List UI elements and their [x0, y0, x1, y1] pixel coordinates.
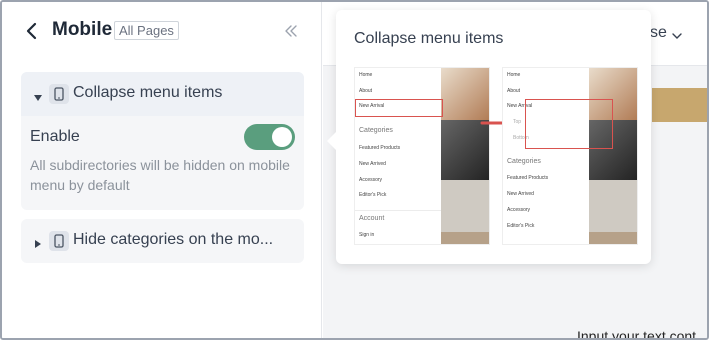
settings-sidebar: Mobile All Pages Collapse menu items Ena…	[2, 2, 322, 338]
menu-section: Account	[359, 215, 385, 222]
section-title: Collapse menu items	[73, 84, 223, 101]
menu-section: Categories	[507, 158, 541, 165]
collapse-menu-items-header[interactable]: Collapse menu items	[21, 72, 304, 116]
enable-description: All subdirectories will be hidden on mob…	[30, 157, 290, 193]
photo	[589, 180, 637, 232]
menu-item: Editor's Pick	[507, 223, 535, 229]
caret-right-icon	[33, 236, 43, 248]
mobile-phone-icon	[49, 231, 69, 251]
mobile-menu: Home About New Arrival Top Bottom Catego…	[503, 68, 589, 244]
menu-item: New Arrived	[507, 191, 534, 197]
background-photos	[589, 68, 637, 244]
phone-before: Home About New Arrival Categories Featur…	[354, 67, 490, 245]
menu-section: Categories	[359, 127, 393, 134]
banner-image	[652, 88, 707, 122]
text-placeholder[interactable]: Input your text cont	[577, 328, 696, 338]
divider	[355, 210, 441, 211]
menu-item: Sign in	[359, 232, 375, 238]
section-title: Hide categories on the mo...	[73, 231, 274, 248]
menu-item: Accessory	[507, 207, 531, 213]
sidebar-header: Mobile All Pages	[2, 2, 322, 60]
background-photos	[441, 68, 489, 244]
page-title: Mobile	[52, 19, 113, 40]
back-chevron-icon[interactable]	[24, 21, 40, 41]
collapse-menu-items-section: Collapse menu items Enable All subdirect…	[21, 72, 304, 210]
menu-item: About	[359, 88, 373, 94]
popover-title: Collapse menu items	[354, 30, 504, 47]
menu-item: New Arrived	[359, 161, 386, 167]
menu-item: Home	[507, 72, 521, 78]
menu-item: Featured Products	[507, 175, 549, 181]
scope-badge: All Pages	[114, 21, 179, 40]
popover-arrow	[327, 132, 336, 150]
menu-item: Accessory	[359, 177, 383, 183]
highlight-box	[355, 99, 443, 117]
toggle-knob	[272, 127, 292, 147]
highlight-box	[525, 99, 613, 149]
mobile-menu: Home About New Arrival Categories Featur…	[355, 68, 441, 244]
dropdown-text[interactable]: se	[650, 24, 667, 42]
chevron-down-icon[interactable]	[671, 28, 683, 39]
hide-categories-section[interactable]: Hide categories on the mo...	[21, 219, 304, 263]
double-chevron-left-icon[interactable]	[284, 22, 298, 40]
menu-item: Editor's Pick	[359, 192, 387, 198]
enable-toggle[interactable]	[244, 124, 295, 150]
example-illustration: Home About New Arrival Categories Featur…	[354, 67, 638, 245]
photo	[441, 232, 489, 244]
menu-item: About	[507, 88, 521, 94]
enable-label: Enable	[30, 128, 80, 145]
menu-item: Featured Products	[359, 145, 401, 151]
phone-after: Home About New Arrival Top Bottom Catego…	[502, 67, 638, 245]
photo	[589, 232, 637, 244]
mobile-phone-icon	[49, 84, 69, 104]
window-frame: Mobile All Pages Collapse menu items Ena…	[0, 0, 709, 340]
photo	[441, 180, 489, 232]
help-popover: Collapse menu items Home About New Arriv…	[327, 10, 651, 264]
caret-down-icon	[33, 90, 43, 101]
menu-item: Home	[359, 72, 373, 78]
submenu-item: Top	[513, 119, 522, 125]
